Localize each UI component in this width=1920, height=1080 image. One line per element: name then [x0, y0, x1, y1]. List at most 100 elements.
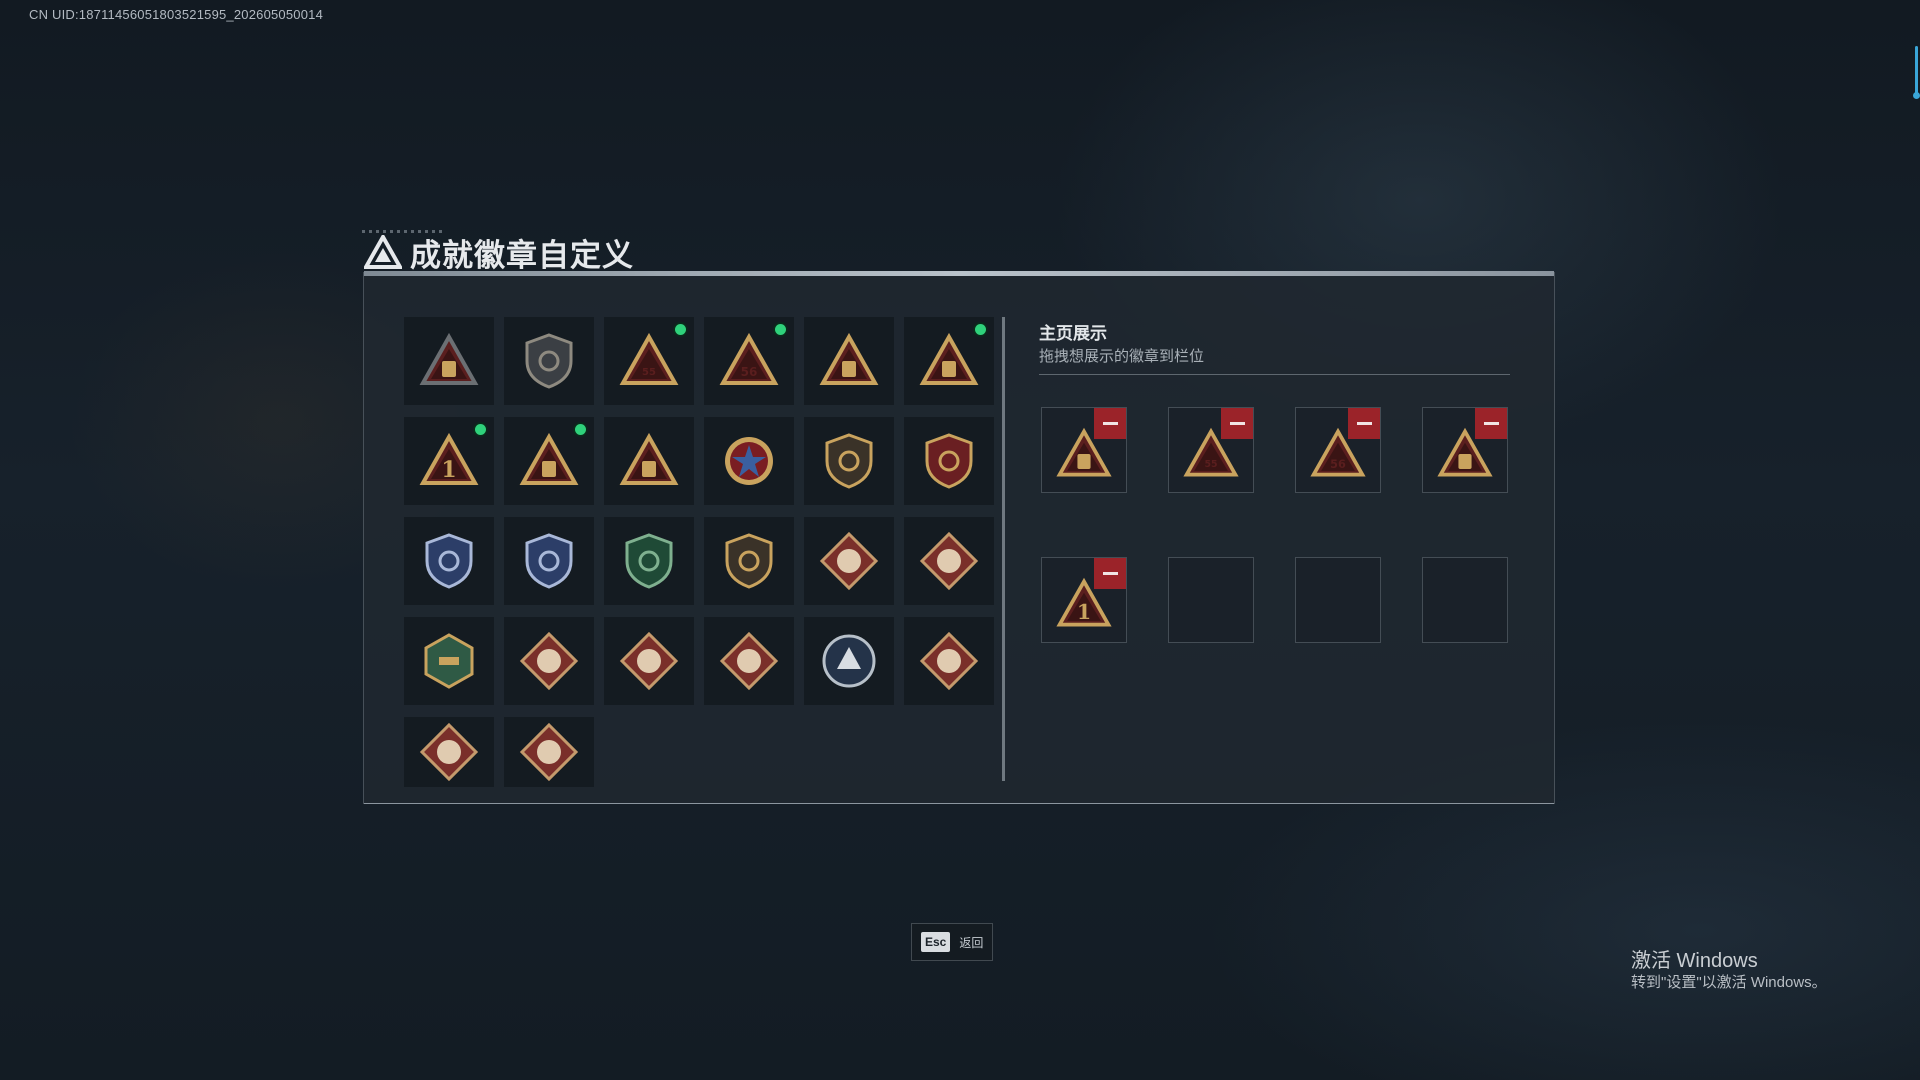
- showcase-subtitle: 拖拽想展示的徽章到栏位: [1039, 348, 1205, 365]
- page-header: 成就徽章自定义: [364, 230, 634, 274]
- showcase-slot-empty[interactable]: [1295, 557, 1381, 643]
- back-button[interactable]: Esc 返回: [911, 923, 993, 961]
- gold-triangle-sack-55-icon: 55: [619, 332, 679, 385]
- badge-cell[interactable]: [504, 517, 594, 605]
- blue-wolf-shield-icon: [425, 533, 473, 589]
- badge-cell[interactable]: [704, 417, 794, 505]
- red-shield-eagle-icon: [925, 433, 973, 489]
- brown-diamond-dragon-icon: [519, 631, 579, 691]
- svg-text:1: 1: [1077, 600, 1091, 624]
- svg-text:56: 56: [741, 365, 758, 379]
- activation-watermark-subtitle: 转到"设置"以激活 Windows。: [1631, 974, 1827, 991]
- svg-text:55: 55: [1204, 459, 1217, 470]
- new-indicator-dot: [775, 324, 786, 335]
- svg-text:1: 1: [441, 457, 456, 483]
- brown-diamond-bear-icon: [419, 722, 479, 782]
- showcase-slot[interactable]: [1041, 407, 1127, 493]
- badge-cell[interactable]: 1: [404, 417, 494, 505]
- showcase-slots: 55 56 1: [1041, 407, 1508, 643]
- activation-watermark-title: 激活 Windows: [1631, 950, 1758, 972]
- badge-cell[interactable]: [904, 317, 994, 405]
- panel-top-bar: [364, 271, 1554, 276]
- svg-text:55: 55: [642, 367, 656, 378]
- brown-diamond-wheel-icon: [519, 722, 579, 782]
- back-label: 返回: [959, 935, 984, 950]
- badge-customize-panel: 55 56 1 主页展示 拖拽想展示的徽章到栏位 55 56 1: [363, 271, 1555, 805]
- gold-triangle-vest-56-icon: 56: [719, 332, 779, 385]
- showcase-slot[interactable]: 1: [1041, 557, 1127, 643]
- remove-badge-button[interactable]: [1221, 408, 1253, 439]
- badge-cell[interactable]: [904, 617, 994, 705]
- gold-triangle-number-1-icon: 1: [419, 432, 479, 485]
- showcase-divider: [1039, 374, 1510, 375]
- minus-icon: [1229, 422, 1245, 425]
- badge-cell[interactable]: [604, 517, 694, 605]
- badge-cell[interactable]: 55: [604, 317, 694, 405]
- badge-cell[interactable]: [504, 617, 594, 705]
- badge-cell[interactable]: 56: [704, 317, 794, 405]
- green-crosshair-shield-icon: [625, 533, 673, 589]
- red-star-medal-icon: [725, 437, 773, 485]
- gold-crosshair-shield-icon: [725, 533, 773, 589]
- remove-badge-button[interactable]: [1094, 558, 1126, 589]
- new-indicator-dot: [675, 324, 686, 335]
- gray-shield-triangle-icon: [419, 332, 479, 385]
- panel-bottom-line: [364, 803, 1554, 804]
- brown-diamond-runner-icon: [719, 631, 779, 691]
- uid-label: CN UID:18711456051803521595_202605050014: [29, 7, 324, 22]
- badge-cell[interactable]: [804, 517, 894, 605]
- badge-cell[interactable]: [704, 517, 794, 605]
- gold-wreath-crosshair-icon: [819, 531, 879, 591]
- scroll-indicator: [1915, 46, 1918, 98]
- minus-icon: [1356, 422, 1372, 425]
- badge-cell[interactable]: [404, 717, 494, 787]
- new-indicator-dot: [475, 424, 486, 435]
- remove-badge-button[interactable]: [1094, 408, 1126, 439]
- green-hexagon-gun-icon: [424, 633, 474, 689]
- brown-diamond-tiger-alt-icon: [919, 631, 979, 691]
- badge-grid: 55 56 1: [404, 317, 994, 805]
- esc-key-label: Esc: [921, 932, 951, 952]
- minus-icon: [1102, 572, 1118, 575]
- showcase-title: 主页展示: [1039, 324, 1107, 343]
- page-title: 成就徽章自定义: [410, 237, 634, 273]
- gold-shield-wing-icon: [825, 433, 873, 489]
- showcase-slot-empty[interactable]: [1422, 557, 1508, 643]
- showcase-slot-empty[interactable]: [1168, 557, 1254, 643]
- new-indicator-dot: [975, 324, 986, 335]
- badge-cell[interactable]: [404, 617, 494, 705]
- badge-cell[interactable]: [904, 517, 994, 605]
- gold-triangle-bottle-icon: [519, 432, 579, 485]
- showcase-slot[interactable]: [1422, 407, 1508, 493]
- badge-cell[interactable]: [504, 717, 594, 787]
- badge-cell[interactable]: [504, 317, 594, 405]
- badge-cell[interactable]: [604, 417, 694, 505]
- triangle-logo-icon: [364, 235, 402, 269]
- brown-diamond-tiger-icon: [919, 531, 979, 591]
- showcase-slot[interactable]: 55: [1168, 407, 1254, 493]
- badge-cell[interactable]: [904, 417, 994, 505]
- remove-badge-button[interactable]: [1475, 408, 1507, 439]
- blue-circle-wolf-icon: [822, 634, 876, 688]
- scroll-indicator-dot: [1913, 92, 1920, 99]
- new-indicator-dot: [575, 424, 586, 435]
- gold-triangle-hat-icon: [919, 332, 979, 385]
- showcase-slot[interactable]: 56: [1295, 407, 1381, 493]
- svg-text:56: 56: [1330, 458, 1346, 471]
- blue-crosshair-shield-icon: [525, 533, 573, 589]
- remove-badge-button[interactable]: [1348, 408, 1380, 439]
- badge-cell[interactable]: [804, 417, 894, 505]
- brown-diamond-dragon-alt-icon: [619, 631, 679, 691]
- badge-cell[interactable]: [404, 317, 494, 405]
- minus-icon: [1483, 422, 1499, 425]
- badge-cell[interactable]: [504, 417, 594, 505]
- badge-cell[interactable]: [404, 517, 494, 605]
- badge-cell[interactable]: [804, 617, 894, 705]
- panel-divider: [1002, 317, 1005, 781]
- helicopter-shield-icon: [525, 333, 573, 389]
- minus-icon: [1102, 422, 1118, 425]
- badge-cell[interactable]: [704, 617, 794, 705]
- badge-cell[interactable]: [604, 617, 694, 705]
- badge-cell[interactable]: [804, 317, 894, 405]
- gold-triangle-figure-icon: [619, 432, 679, 485]
